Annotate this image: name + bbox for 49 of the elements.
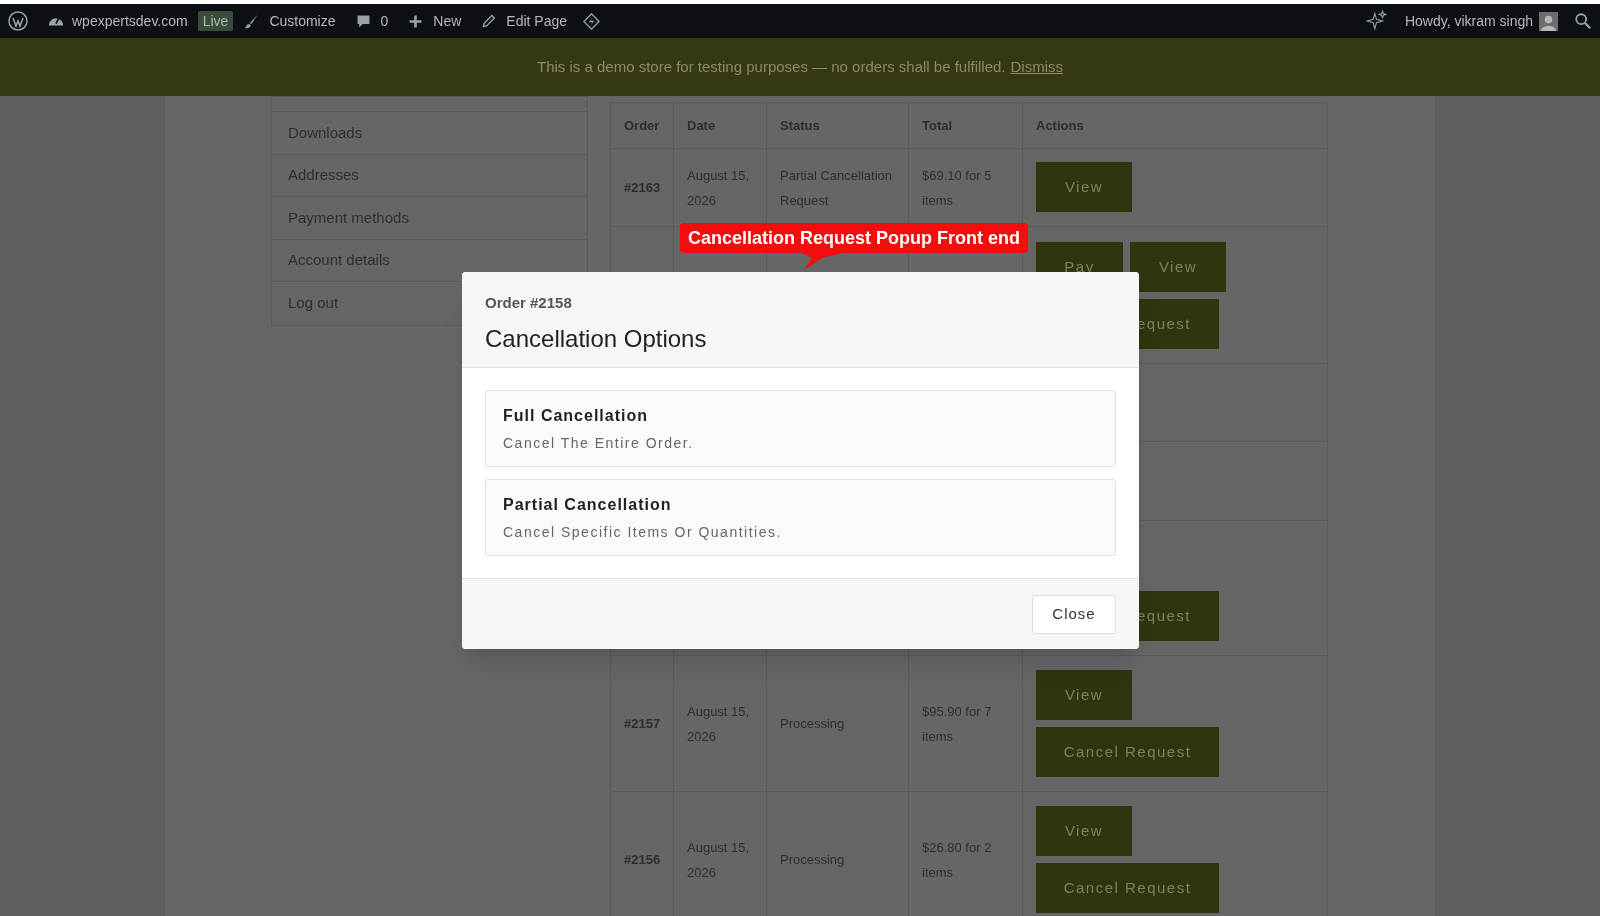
account-nav-link[interactable]: Addresses	[288, 164, 359, 187]
table-cell-text: August 15, 2026	[687, 838, 751, 882]
option-title: Full Cancellation	[503, 405, 648, 426]
order-number: Order #2158	[485, 293, 572, 313]
toolbar-link[interactable]: Customize	[269, 10, 336, 32]
action-button[interactable]: View	[1036, 806, 1132, 856]
column-header: Date	[687, 116, 716, 135]
cancellation-option[interactable]: Partial Cancellation Cancel Specific Items Or Quantities.	[485, 479, 1116, 556]
option-description: Cancel The Entire Order.	[503, 433, 694, 453]
table-cell-text: #2163	[624, 179, 661, 197]
live-badge: Live	[197, 11, 234, 31]
account-nav-link[interactable]: Payment methods	[288, 206, 409, 229]
wordpress-logo-icon[interactable]	[8, 11, 28, 31]
column-header: Order	[624, 116, 660, 135]
action-button[interactable]: Cancel Request	[1036, 727, 1219, 777]
search-icon[interactable]	[1574, 12, 1592, 30]
cancellation-option[interactable]: Full Cancellation Cancel The Entire Order.	[485, 390, 1116, 467]
dismiss-link[interactable]: Dismiss	[1010, 55, 1064, 79]
greeting-link[interactable]: Howdy, vikram singh	[1404, 10, 1533, 32]
option-description: Cancel Specific Items Or Quantities.	[503, 522, 782, 542]
table-cell-text: Partial Cancellation Request	[780, 166, 893, 210]
avatar-icon[interactable]	[1539, 11, 1558, 31]
account-nav-link[interactable]: Account details	[288, 249, 390, 272]
action-button[interactable]: View	[1036, 162, 1132, 212]
action-button[interactable]: View	[1036, 670, 1132, 720]
action-button[interactable]: Cancel Request	[1036, 863, 1219, 913]
column-header: Actions	[1036, 116, 1084, 135]
diamond-icon[interactable]	[583, 12, 601, 30]
site-name-link[interactable]: wpexpertsdev.com	[72, 10, 188, 32]
notice-text: This is a demo store for testing purposes — no orders shall be fulfilled.	[536, 56, 1006, 77]
table-cell-text: Processing	[780, 715, 845, 733]
sparkle-icon[interactable]	[1365, 10, 1388, 32]
table-cell-text: August 15, 2026	[687, 702, 751, 746]
toolbar-link[interactable]: New	[433, 10, 462, 32]
column-header: Status	[780, 116, 820, 135]
table-cell-text: #2157	[624, 715, 661, 733]
table-cell-text: August 15, 2026	[687, 166, 751, 210]
table-cell-text: #2156	[624, 851, 661, 869]
table-cell-text: Processing	[780, 851, 845, 869]
option-title: Partial Cancellation	[503, 494, 672, 515]
comment-count[interactable]: 0	[380, 10, 389, 32]
pencil-icon[interactable]	[480, 12, 498, 30]
toolbar-link[interactable]: Edit Page	[506, 10, 568, 32]
close-button[interactable]: Close	[1032, 594, 1116, 634]
action-button[interactable]: View	[1130, 242, 1226, 292]
column-header: Total	[922, 116, 953, 135]
account-nav-link[interactable]: Downloads	[288, 121, 363, 144]
dialog-title: Cancellation Options	[485, 323, 707, 354]
account-nav-link[interactable]: Log out	[288, 292, 339, 315]
